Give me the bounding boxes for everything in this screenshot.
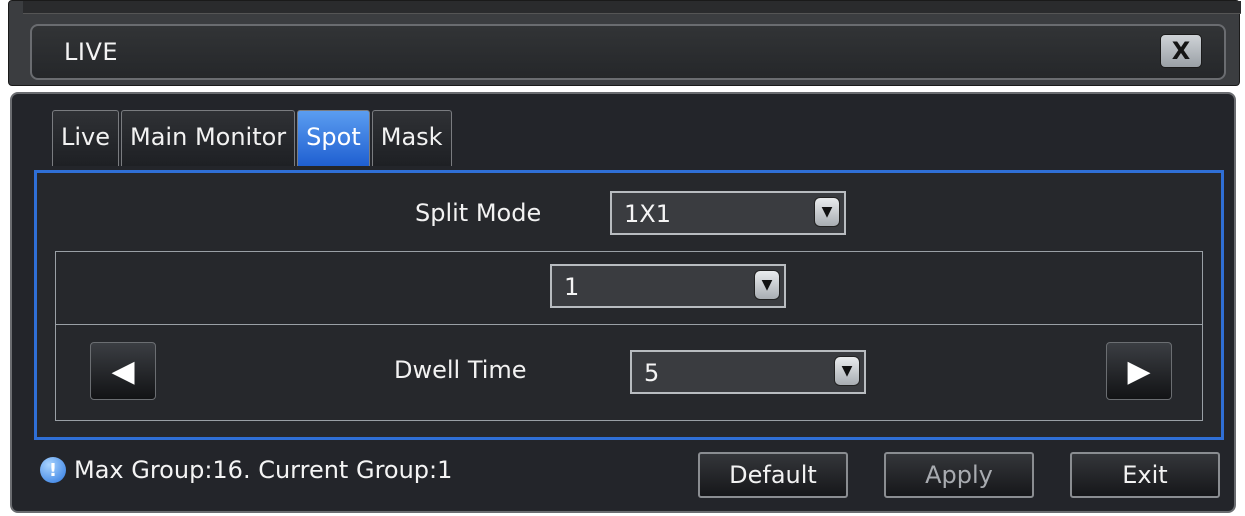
- split-mode-select[interactable]: 1X1 ▼: [610, 191, 846, 235]
- chevron-down-icon: ▼: [754, 270, 780, 300]
- dwell-time-select[interactable]: 5 ▼: [630, 350, 866, 394]
- row-divider: [56, 324, 1202, 325]
- channel-select[interactable]: 1 ▼: [550, 264, 786, 308]
- channel-box: 1 ▼ ◀ Dwell Time 5 ▼ ▶: [55, 251, 1203, 421]
- apply-button[interactable]: Apply: [884, 452, 1034, 498]
- tab-bar: Live Main Monitor Spot Mask: [52, 110, 452, 166]
- group-info: ! Max Group:16. Current Group:1: [40, 456, 452, 484]
- prev-group-button[interactable]: ◀: [90, 342, 156, 400]
- exit-button[interactable]: Exit: [1070, 452, 1220, 498]
- title-bar: LIVE X: [30, 24, 1226, 80]
- close-button[interactable]: X: [1160, 34, 1202, 68]
- split-mode-label: Split Mode: [415, 199, 542, 227]
- settings-panel: Live Main Monitor Spot Mask Split Mode 1…: [10, 92, 1236, 513]
- dwell-time-value: 5: [644, 359, 660, 387]
- split-mode-row: Split Mode 1X1 ▼: [37, 173, 1221, 251]
- tab-spot[interactable]: Spot: [297, 110, 370, 166]
- split-mode-value: 1X1: [624, 200, 671, 228]
- chevron-down-icon: ▼: [814, 197, 840, 227]
- group-info-text: Max Group:16. Current Group:1: [74, 456, 453, 484]
- tab-live[interactable]: Live: [52, 110, 120, 166]
- chevron-down-icon: ▼: [834, 356, 860, 386]
- spot-content: Split Mode 1X1 ▼ 1 ▼ ◀ Dwell Time 5 ▼ ▶: [34, 170, 1224, 440]
- tab-mask[interactable]: Mask: [371, 110, 452, 166]
- window-title: LIVE: [64, 38, 119, 66]
- bezel-top-strip: [23, 1, 1241, 14]
- default-button[interactable]: Default: [698, 452, 848, 498]
- dwell-time-label: Dwell Time: [394, 356, 527, 384]
- right-triangle-icon: ▶: [1127, 353, 1151, 389]
- tab-main-monitor[interactable]: Main Monitor: [121, 110, 296, 166]
- close-icon: X: [1171, 37, 1191, 65]
- channel-value: 1: [564, 273, 580, 301]
- info-icon: !: [40, 457, 66, 483]
- next-group-button[interactable]: ▶: [1106, 342, 1172, 400]
- left-triangle-icon: ◀: [111, 353, 135, 389]
